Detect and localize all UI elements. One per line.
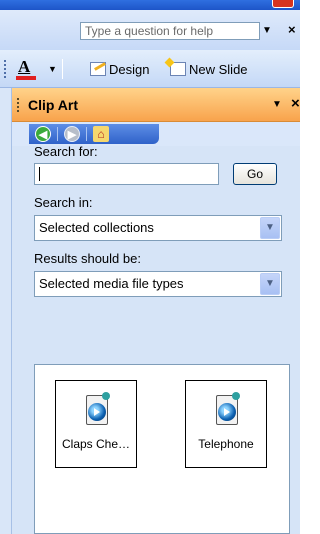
results-type-select[interactable]: Selected media file types ▼ (34, 271, 282, 297)
close-icon[interactable]: × (288, 22, 296, 37)
media-file-icon (214, 392, 240, 427)
design-icon (90, 62, 106, 76)
clip-thumbnail[interactable]: Telephone (185, 380, 267, 468)
search-in-select[interactable]: Selected collections ▼ (34, 215, 282, 241)
font-color-button[interactable]: A (14, 57, 42, 81)
search-in-label: Search in: (34, 195, 93, 210)
font-color-swatch (16, 76, 36, 80)
media-file-icon (84, 392, 110, 427)
pane-menu-icon[interactable]: ▼ (272, 99, 282, 110)
design-label: Design (109, 61, 150, 77)
clip-caption: Telephone (198, 437, 254, 451)
nav-divider (86, 127, 87, 141)
back-icon[interactable]: ◀ (35, 126, 51, 142)
chevron-down-icon[interactable]: ▼ (260, 217, 280, 239)
help-search-input[interactable]: Type a question for help (80, 22, 260, 40)
left-edge (0, 88, 12, 534)
task-pane-header: Clip Art ▼ × (12, 88, 300, 122)
results-type-label: Results should be: (34, 251, 141, 266)
toolbar-grip[interactable] (4, 60, 7, 78)
nav-divider (57, 127, 58, 141)
font-color-dropdown-icon[interactable]: ▼ (48, 64, 57, 74)
pane-title: Clip Art (28, 97, 79, 113)
home-icon[interactable]: ⌂ (93, 126, 109, 142)
chevron-down-icon[interactable]: ▼ (260, 273, 280, 295)
toolbar-separator (62, 59, 63, 79)
design-button[interactable]: Design (90, 59, 149, 79)
pane-nav-strip: ◀ ▶ ⌂ (12, 122, 300, 146)
forward-icon[interactable]: ▶ (64, 126, 80, 142)
results-type-value: Selected media file types (39, 276, 184, 291)
close-window-button[interactable] (272, 0, 294, 8)
search-input[interactable] (34, 163, 219, 185)
clip-caption: Claps Che… (61, 437, 131, 451)
help-dropdown-icon[interactable]: ▼ (262, 25, 272, 36)
new-slide-button[interactable]: New Slide (170, 59, 248, 79)
results-area[interactable]: Claps Che… Telephone (34, 364, 290, 534)
help-bar: Type a question for help ▼ × (0, 10, 300, 50)
new-slide-icon (170, 62, 186, 76)
go-button[interactable]: Go (233, 163, 277, 185)
pane-grip[interactable] (17, 98, 20, 112)
search-for-label: Search for: (34, 144, 98, 159)
text-caret (39, 167, 40, 181)
window-title-strip (0, 0, 300, 10)
new-slide-label: New Slide (189, 61, 248, 77)
clip-thumbnail[interactable]: Claps Che… (55, 380, 137, 468)
pane-close-icon[interactable]: × (291, 95, 300, 112)
font-color-icon: A (18, 57, 31, 76)
search-in-value: Selected collections (39, 220, 154, 235)
formatting-toolbar: A ▼ Design New Slide (0, 50, 300, 88)
nav-group: ◀ ▶ ⌂ (29, 124, 159, 144)
